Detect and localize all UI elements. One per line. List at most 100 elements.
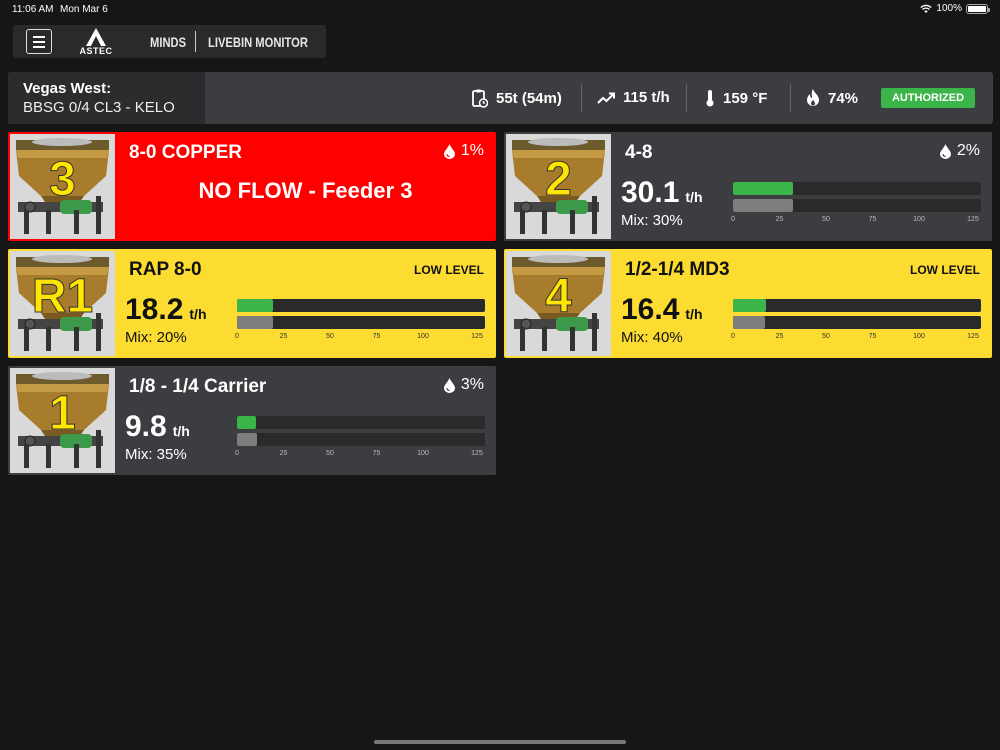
actual-rate-track [237, 299, 485, 312]
actual-rate-track [733, 299, 981, 312]
tons-value: 55t (54m) [496, 90, 562, 107]
no-flow-alert: NO FLOW - Feeder 3 [198, 178, 413, 203]
axis-tick-label: 50 [326, 450, 334, 457]
status-time: 11:06 AM [12, 4, 54, 15]
divider [790, 84, 791, 112]
axis-tick-label: 0 [731, 333, 735, 340]
moisture-value: 2% [956, 142, 980, 159]
rate-axis: 0 25 50 75 100 125 [235, 333, 485, 343]
axis-tick-label: 25 [279, 450, 288, 457]
rate-number: 18.2 [125, 293, 184, 326]
hopper-image: R1 [10, 251, 115, 356]
rate-unit: t/h [172, 423, 190, 439]
feed-rate: 16.4 t/h [621, 293, 703, 327]
axis-tick-label: 75 [868, 333, 877, 340]
stat-temperature: 159 °F [705, 89, 767, 107]
target-rate-bar [733, 199, 793, 212]
astec-logo-mark [86, 28, 106, 46]
clipboard-timer-icon [472, 89, 488, 108]
feed-rate: 30.1 t/h [621, 176, 703, 210]
bin-card[interactable]: 4 1/2-1/4 MD3 LOW LEVEL 16.4 t/h Mix: 40% … [504, 249, 992, 358]
rate-axis: 0 25 50 75 100 125 [731, 216, 981, 226]
moisture: 2% [939, 142, 980, 160]
status-bar: 11:06 AM Mon Mar 6 100% [0, 0, 1000, 20]
hopper-image: 3 [10, 134, 115, 239]
moisture: 3% [443, 376, 484, 394]
rate-number: 16.4 [621, 293, 680, 326]
moisture: 1% [443, 142, 484, 160]
home-indicator [374, 740, 626, 744]
flame-icon [807, 89, 819, 106]
target-rate-bar [237, 433, 257, 446]
axis-tick-label: 75 [868, 216, 877, 223]
bin-number: 2 [545, 153, 573, 207]
bin-card[interactable]: 3 8-0 COPPER 1% NO FLOW - Feeder 3 [8, 132, 496, 241]
axis-tick-label: 25 [279, 333, 288, 340]
actual-rate-bar [733, 299, 766, 312]
burner-value: 74% [828, 89, 859, 107]
plant-info[interactable]: Vegas West: BBSG 0/4 CL3 - KELO [8, 72, 205, 124]
axis-tick-label: 125 [471, 450, 483, 457]
top-nav: ASTEC MINDS LIVEBIN MONITOR [13, 25, 326, 58]
moisture-value: 3% [460, 376, 484, 393]
bin-number: 1 [49, 387, 77, 441]
rate-unit: t/h [685, 306, 703, 322]
rate-unit: t/h [189, 306, 207, 322]
axis-tick-label: 0 [235, 450, 239, 457]
bin-title: 1/8 - 1/4 Carrier [129, 376, 267, 397]
divider [686, 84, 687, 112]
mix-percent: Mix: 35% [125, 446, 187, 463]
rate-bars: 0 25 50 75 100 125 [731, 182, 981, 226]
axis-tick-label: 50 [822, 216, 830, 223]
axis-tick-label: 50 [822, 333, 830, 340]
low-level-badge: LOW LEVEL [910, 263, 980, 277]
droplet-icon [443, 377, 455, 393]
bin-card[interactable]: 1 1/8 - 1/4 Carrier 3% 9.8 t/h Mix: 35% 0… [8, 366, 496, 475]
hopper-image: 2 [506, 134, 611, 239]
actual-rate-bar [733, 182, 793, 195]
droplet-icon [443, 143, 455, 159]
rate-number: 9.8 [125, 410, 167, 443]
plant-name: Vegas West: [23, 80, 112, 97]
status-right: 100% [920, 3, 990, 14]
bin-number: 4 [545, 270, 573, 324]
hopper-image: 4 [506, 251, 611, 356]
axis-tick-label: 75 [372, 450, 381, 457]
moisture-value: 1% [460, 142, 484, 159]
divider [581, 84, 582, 112]
axis-tick-label: 25 [775, 333, 784, 340]
product-name: MINDS [150, 34, 187, 50]
bin-title: 8-0 COPPER [129, 142, 242, 163]
target-rate-bar [733, 316, 765, 329]
nav-divider [195, 31, 196, 52]
actual-rate-track [733, 182, 981, 195]
target-rate-track [733, 316, 981, 329]
stat-rate: 115 t/h [597, 89, 670, 106]
rate-axis: 0 25 50 75 100 125 [235, 450, 485, 460]
temperature-value: 159 °F [723, 89, 768, 107]
axis-tick-label: 0 [731, 216, 735, 223]
axis-tick-label: 0 [235, 333, 239, 340]
low-level-badge: LOW LEVEL [414, 263, 484, 277]
logo-text: ASTEC [79, 46, 113, 56]
menu-button[interactable] [26, 29, 52, 54]
bin-card[interactable]: R1 RAP 8-0 LOW LEVEL 18.2 t/h Mix: 20% 0 25… [8, 249, 496, 358]
axis-tick-label: 125 [471, 333, 483, 340]
bin-title: 4-8 [625, 142, 653, 163]
mix-percent: Mix: 20% [125, 329, 187, 346]
axis-tick-label: 100 [417, 333, 429, 340]
plant-info-bar: Vegas West: BBSG 0/4 CL3 - KELO 55t (54m… [8, 72, 993, 124]
target-rate-track [237, 433, 485, 446]
feed-rate: 18.2 t/h [125, 293, 207, 327]
axis-tick-label: 75 [372, 333, 381, 340]
rate-axis: 0 25 50 75 100 125 [731, 333, 981, 343]
authorized-badge: AUTHORIZED [881, 88, 975, 108]
bin-card[interactable]: 2 4-8 2% 30.1 t/h Mix: 30% 0 25 50 75 100 125 [504, 132, 992, 241]
target-rate-track [733, 199, 981, 212]
wifi-icon [920, 4, 933, 13]
trending-up-icon [597, 92, 615, 104]
droplet-icon [939, 143, 951, 159]
rate-bars: 0 25 50 75 100 125 [235, 416, 485, 460]
stat-tons: 55t (54m) [472, 89, 562, 108]
bin-title: RAP 8-0 [129, 259, 202, 280]
